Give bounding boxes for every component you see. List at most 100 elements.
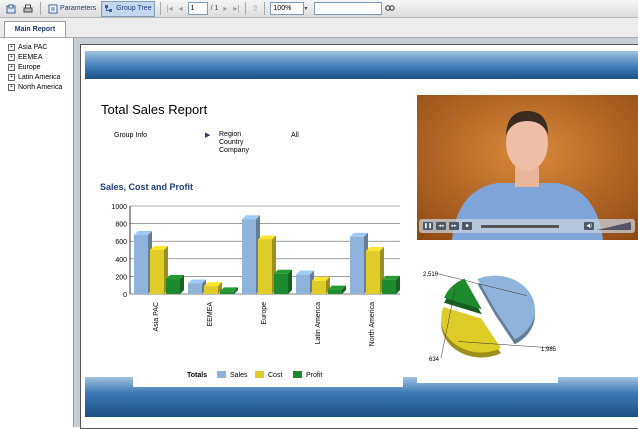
page-number-input[interactable]: 1 [187, 2, 208, 15]
expand-icon[interactable]: + [8, 43, 15, 51]
group-field-company: Company [219, 147, 249, 154]
group-info-label: Group Info [114, 132, 148, 139]
tree-item-asia-pac[interactable]: + Asia PAC [8, 42, 73, 52]
last-page-icon[interactable]: ▸| [232, 4, 240, 14]
tree-item-label: North America [18, 83, 63, 91]
expand-icon[interactable]: + [8, 73, 15, 81]
bar-chart[interactable]: 0 200 400 600 800 1000 Asia PAC EEMEA Europe Lati… [108, 199, 406, 359]
video-player[interactable]: ❚❚ ◂◂ ▸▸ ■ ◀) [417, 95, 638, 240]
bar-profit [382, 279, 396, 294]
pie-label: 2,510 [423, 272, 439, 278]
pie-chart-svg: 2,510 1,985 634 [423, 272, 557, 363]
export-button[interactable] [4, 2, 18, 16]
bar-cost [312, 280, 326, 294]
bar-sales [296, 274, 310, 294]
parameters-icon [48, 4, 58, 13]
tree-item-europe[interactable]: + Europe [8, 62, 73, 72]
legend-swatch [293, 371, 302, 378]
toolbar-separator [264, 2, 266, 15]
bar-sales [350, 236, 364, 294]
y-tick-label: 200 [115, 274, 127, 281]
expand-icon[interactable]: + [8, 63, 15, 71]
group-tree-panel: + Asia PAC + EEMEA + Europe + Latin America … [4, 38, 74, 427]
legend-label: Cost [268, 372, 282, 379]
toolbar-separator [245, 2, 247, 15]
bar-chart-svg: 0 200 400 600 800 1000 Asia PAC EEMEA Europe Lati… [111, 204, 400, 346]
bar-sales [134, 235, 148, 294]
parameters-button[interactable]: Parameters [46, 2, 98, 16]
bar-profit [274, 273, 288, 294]
group-tree-button[interactable]: Group Tree [101, 0, 155, 17]
legend-title: Totals [187, 372, 207, 379]
tree-item-eemea[interactable]: + EEMEA [8, 52, 73, 62]
bar-side [288, 269, 292, 294]
bar-cost [366, 250, 380, 294]
expand-icon[interactable]: + [8, 53, 15, 61]
previous-page-icon[interactable]: ◂ [177, 4, 185, 14]
group-field-region: Region [219, 131, 242, 138]
video-controls: ❚❚ ◂◂ ▸▸ ■ ◀) [419, 219, 635, 233]
print-icon [23, 4, 33, 12]
group-tree-label: Group Tree [116, 5, 152, 12]
volume-icon[interactable]: ◀) [584, 222, 594, 230]
chart-legend: Totals Sales Cost Profit [133, 357, 403, 387]
y-tick-label: 1000 [111, 204, 127, 211]
rewind-icon[interactable]: ◂◂ [436, 222, 446, 230]
tree-item-label: Asia PAC [18, 43, 48, 51]
report-viewer[interactable]: Total Sales Report Group Info ▶ Region C… [74, 38, 638, 429]
pie-chart[interactable]: 2,510 1,985 634 [417, 241, 558, 383]
toolbar-separator [40, 2, 41, 15]
tree-item-label: EEMEA [18, 53, 43, 61]
print-button[interactable] [21, 2, 35, 16]
zoom-select[interactable]: 100% [270, 2, 305, 15]
tree-item-label: Latin America [18, 73, 61, 81]
legend-label: Sales [230, 372, 248, 379]
group-fields: Region Country Company [219, 131, 249, 155]
page-total: / 1 [210, 5, 219, 12]
forward-icon[interactable]: ▸▸ [449, 222, 459, 230]
search-input[interactable] [314, 2, 383, 15]
group-value: All [291, 132, 299, 139]
bar-cost [150, 250, 164, 294]
x-tick-label: Europe [261, 302, 268, 325]
y-tick-label: 600 [115, 239, 127, 246]
bar-sales [188, 283, 202, 294]
tree-item-label: Europe [18, 63, 41, 71]
drill-up-icon[interactable]: ⇧ [251, 4, 259, 14]
x-tick-label: Asia PAC [153, 302, 160, 331]
first-page-icon[interactable]: |◂ [166, 4, 174, 14]
tree-item-north-america[interactable]: + North America [8, 82, 73, 92]
bar-sales [242, 219, 256, 294]
report-page: Total Sales Report Group Info ▶ Region C… [80, 44, 638, 429]
chart-title: Sales, Cost and Profit [100, 182, 194, 192]
legend-swatch [255, 371, 264, 378]
legend-label: Profit [306, 372, 322, 379]
group-field-country: Country [219, 139, 244, 146]
next-page-icon[interactable]: ▸ [221, 4, 229, 14]
bar-cost [258, 239, 272, 294]
export-icon [6, 4, 16, 13]
bar-profit [220, 291, 234, 294]
video-progress-bar[interactable] [481, 224, 559, 228]
chevron-down-icon[interactable]: ▾ [304, 5, 307, 12]
report-title: Total Sales Report [101, 102, 208, 117]
tab-main-report[interactable]: Main Report [4, 21, 66, 37]
y-tick-label: 800 [115, 222, 127, 229]
x-tick-label: EEMEA [207, 302, 214, 327]
pause-icon[interactable]: ❚❚ [423, 222, 433, 230]
tab-bar: Main Report [0, 18, 638, 38]
header-band [85, 51, 638, 79]
toolbar: Parameters Group Tree |◂ ◂ 1 / 1 ▸ ▸| ⇧ … [0, 0, 638, 18]
pie-label: 634 [429, 357, 440, 363]
volume-slider[interactable] [597, 222, 631, 230]
tree-item-latin-america[interactable]: + Latin America [8, 72, 73, 82]
pie-label: 1,985 [541, 347, 557, 353]
group-tree-icon [105, 4, 113, 12]
legend-swatch [217, 371, 226, 378]
y-tick-label: 0 [123, 292, 127, 299]
search-icon[interactable] [385, 4, 396, 14]
y-tick-label: 400 [115, 257, 127, 264]
expand-icon[interactable]: + [8, 83, 15, 91]
bar-profit [328, 289, 342, 294]
stop-icon[interactable]: ■ [462, 222, 472, 230]
